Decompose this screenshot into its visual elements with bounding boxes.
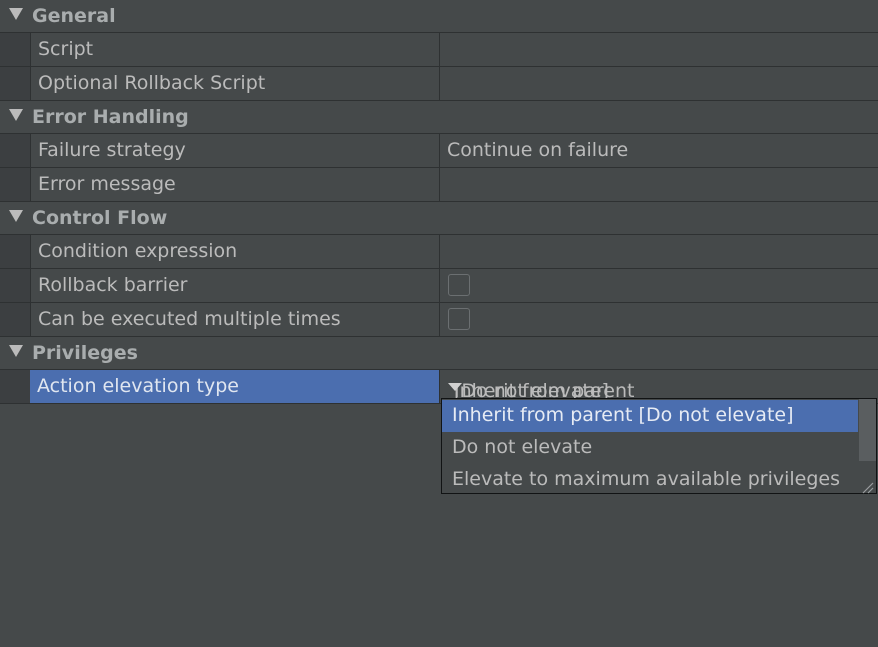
section-error-handling[interactable]: Error Handling bbox=[0, 101, 878, 134]
rollback-barrier-checkbox[interactable] bbox=[448, 274, 470, 296]
property-name: Condition expression bbox=[38, 240, 238, 262]
property-value-field[interactable] bbox=[440, 33, 878, 66]
property-name: Action elevation type bbox=[37, 375, 239, 397]
dropdown-option[interactable]: Elevate to maximum available privileges bbox=[442, 464, 858, 496]
elevation-type-dropdown-list: Inherit from parent [Do not elevate] Do … bbox=[441, 398, 877, 494]
property-row-condition-expression[interactable]: Condition expression bbox=[0, 235, 878, 269]
section-title: Privileges bbox=[32, 342, 138, 364]
dropdown-scrollbar[interactable] bbox=[859, 399, 876, 461]
property-row-rollback-barrier[interactable]: Rollback barrier bbox=[0, 269, 878, 303]
dropdown-arrow-icon[interactable] bbox=[447, 375, 463, 391]
property-name: Can be executed multiple times bbox=[38, 308, 341, 330]
collapse-triangle-icon[interactable] bbox=[8, 7, 26, 25]
property-name: Rollback barrier bbox=[38, 274, 188, 296]
section-title: General bbox=[32, 5, 116, 27]
property-row-error-message[interactable]: Error message bbox=[0, 168, 878, 202]
property-row-script[interactable]: Script bbox=[0, 33, 878, 67]
section-title: Control Flow bbox=[32, 207, 168, 229]
section-title: Error Handling bbox=[32, 106, 189, 128]
property-value-field[interactable] bbox=[440, 235, 878, 268]
property-value-field[interactable]: Continue on failure bbox=[440, 134, 878, 167]
property-name: Optional Rollback Script bbox=[38, 72, 266, 94]
property-name: Failure strategy bbox=[38, 139, 186, 161]
property-name: Script bbox=[38, 38, 94, 60]
section-general[interactable]: General bbox=[0, 0, 878, 33]
section-privileges[interactable]: Privileges bbox=[0, 337, 878, 370]
property-value-field[interactable] bbox=[440, 67, 878, 100]
property-row-failure-strategy[interactable]: Failure strategy Continue on failure bbox=[0, 134, 878, 168]
dropdown-option[interactable]: Do not elevate bbox=[442, 432, 858, 464]
collapse-triangle-icon[interactable] bbox=[8, 209, 26, 227]
dropdown-option[interactable]: Inherit from parent [Do not elevate] bbox=[442, 400, 858, 432]
property-row-multiple-times[interactable]: Can be executed multiple times bbox=[0, 303, 878, 337]
property-value-field[interactable] bbox=[440, 168, 878, 201]
collapse-triangle-icon[interactable] bbox=[8, 344, 26, 362]
section-control-flow[interactable]: Control Flow bbox=[0, 202, 878, 235]
collapse-triangle-icon[interactable] bbox=[8, 108, 26, 126]
multiple-times-checkbox[interactable] bbox=[448, 308, 470, 330]
property-sheet: General Script Optional Rollback Script … bbox=[0, 0, 878, 404]
resize-grip-icon[interactable] bbox=[860, 477, 874, 494]
property-name: Error message bbox=[38, 173, 176, 195]
property-row-rollback-script[interactable]: Optional Rollback Script bbox=[0, 67, 878, 101]
